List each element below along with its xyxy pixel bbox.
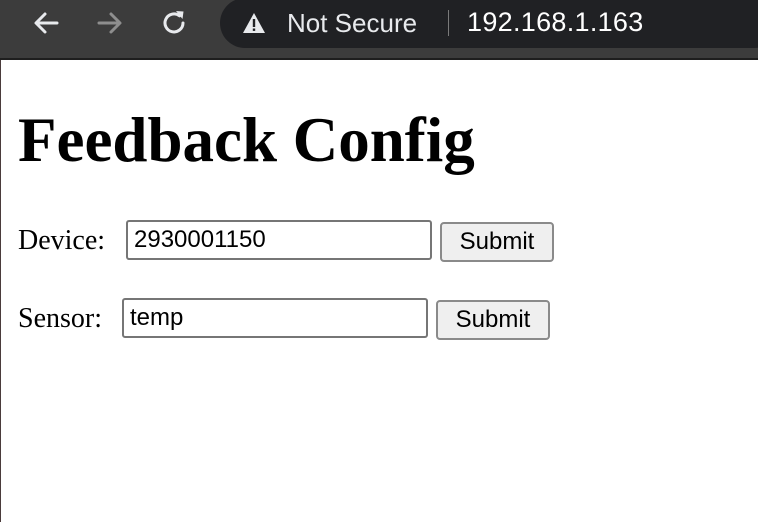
device-input[interactable]: 2930001150 — [126, 220, 432, 260]
sensor-label: Sensor: — [18, 303, 102, 334]
reload-icon — [163, 11, 185, 34]
browser-toolbar: Not Secure 192.168.1.163 — [0, 0, 758, 60]
back-button[interactable] — [27, 4, 65, 42]
sensor-submit-button[interactable]: Submit — [436, 300, 550, 340]
forward-button[interactable] — [91, 4, 129, 42]
device-submit-button[interactable]: Submit — [440, 222, 554, 262]
reload-button[interactable] — [155, 4, 193, 42]
forward-arrow-icon — [97, 12, 122, 34]
page-title: Feedback Config — [18, 105, 475, 175]
address-bar[interactable]: Not Secure 192.168.1.163 — [220, 0, 758, 48]
security-status[interactable]: Not Secure — [287, 8, 417, 39]
warning-icon[interactable] — [242, 12, 266, 34]
url-text[interactable]: 192.168.1.163 — [467, 7, 644, 38]
back-arrow-icon — [34, 12, 59, 34]
sensor-input[interactable]: temp — [122, 298, 428, 338]
omnibox-divider — [448, 10, 449, 36]
device-label: Device: — [18, 225, 106, 256]
window-edge — [0, 60, 1, 522]
